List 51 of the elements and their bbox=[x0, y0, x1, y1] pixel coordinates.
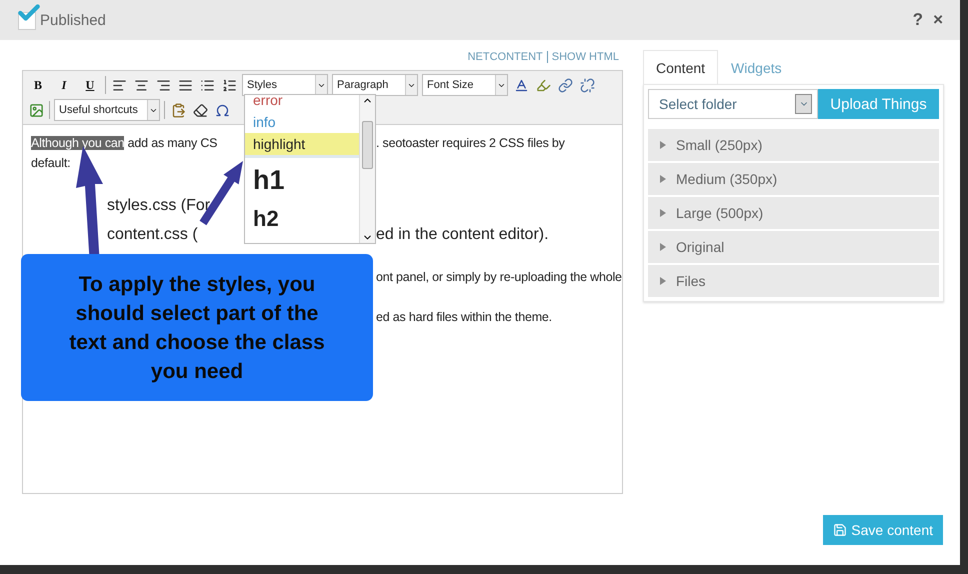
text-line: styles.css (For bbox=[106, 196, 212, 216]
folder-section[interactable]: Large (500px) bbox=[648, 197, 939, 230]
folder-select[interactable]: Select folder bbox=[648, 89, 818, 120]
link-icon[interactable] bbox=[556, 76, 574, 94]
help-button[interactable]: ? bbox=[910, 10, 926, 30]
format-button[interactable]: U bbox=[79, 74, 101, 96]
section-label: Files bbox=[676, 273, 706, 290]
instruction-callout: To apply the styles, you should select part of the text and choose the class you need bbox=[21, 254, 373, 402]
caret-icon[interactable] bbox=[495, 75, 507, 96]
style-option[interactable]: h1 bbox=[245, 158, 359, 202]
format-button[interactable]: I bbox=[53, 74, 75, 96]
text-line: default: bbox=[31, 155, 72, 172]
caret-icon[interactable] bbox=[315, 75, 327, 96]
expand-icon[interactable] bbox=[660, 209, 666, 218]
text-line: . seotoaster requires 2 CSS files by bbox=[376, 135, 566, 152]
folder-section[interactable]: Files bbox=[648, 265, 939, 298]
style-option[interactable]: h2 bbox=[245, 202, 359, 236]
published-label: Published bbox=[40, 12, 106, 29]
close-button[interactable]: × bbox=[930, 10, 946, 30]
text-line: content.css ( bbox=[106, 225, 199, 246]
section-label: Small (250px) bbox=[676, 137, 762, 154]
folder-section[interactable]: Medium (350px) bbox=[648, 163, 939, 196]
shortcuts-select[interactable]: Useful shortcuts bbox=[54, 99, 160, 122]
expand-icon[interactable] bbox=[660, 141, 666, 150]
style-option[interactable]: error bbox=[245, 95, 359, 112]
text-line: ont panel, or simply by re-uploading the whole bbox=[376, 269, 622, 286]
text-line: Although you can add as many CS bbox=[31, 135, 218, 152]
format-button[interactable]: B bbox=[27, 74, 49, 96]
text-line: ed in the content editor). bbox=[376, 225, 550, 246]
styles-select[interactable]: Styles bbox=[242, 74, 328, 96]
expand-icon[interactable] bbox=[660, 175, 666, 184]
section-label: Original bbox=[676, 239, 724, 256]
font-size-select[interactable]: Font Size bbox=[422, 74, 508, 96]
scroll-thumb[interactable] bbox=[362, 121, 373, 170]
caret-icon[interactable] bbox=[147, 100, 159, 120]
style-option[interactable]: info bbox=[245, 111, 359, 134]
style-option[interactable]: highlight bbox=[245, 133, 359, 158]
caret-icon[interactable] bbox=[405, 75, 417, 96]
section-label: Large (500px) bbox=[676, 205, 764, 222]
eraser-icon[interactable] bbox=[191, 101, 209, 120]
folder-section[interactable]: Original bbox=[648, 231, 939, 264]
text-line: ed as hard files within the theme. bbox=[376, 309, 553, 326]
format-select[interactable]: Paragraph bbox=[332, 74, 418, 96]
panel-tab[interactable]: Content bbox=[643, 50, 718, 84]
expand-icon[interactable] bbox=[660, 243, 666, 252]
selected-text: Although you can bbox=[31, 136, 124, 150]
expand-icon[interactable] bbox=[660, 277, 666, 286]
section-label: Medium (350px) bbox=[676, 171, 778, 188]
folder-section[interactable]: Small (250px) bbox=[648, 129, 939, 162]
unlink-icon[interactable] bbox=[578, 76, 596, 94]
caret-icon[interactable] bbox=[795, 94, 812, 114]
